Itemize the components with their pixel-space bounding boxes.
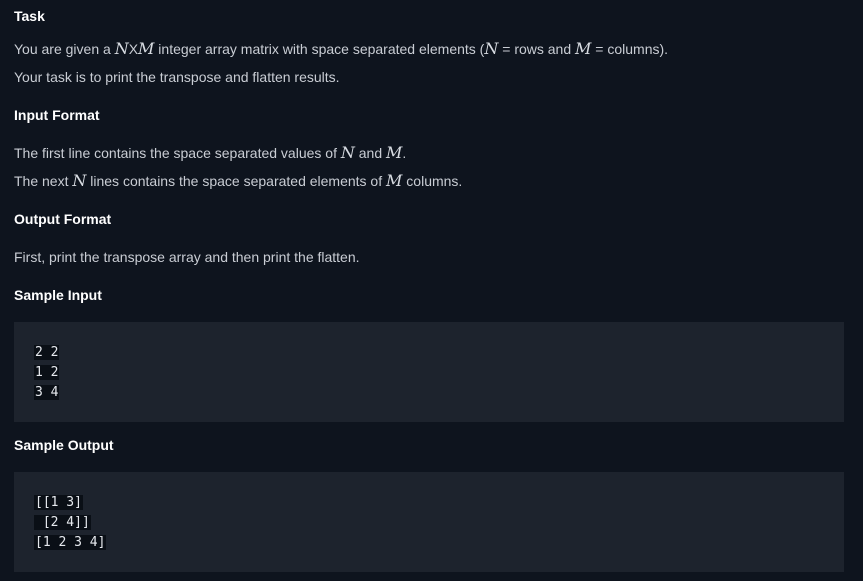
output-format-line-1: First, print the transpose array and the… (14, 249, 360, 265)
text-fragment: = columns). (591, 41, 669, 57)
task-description-line-2: Your task is to print the transpose and … (14, 69, 340, 85)
code-line: [2 4]] (34, 515, 91, 530)
text-fragment: You are given a (14, 41, 115, 57)
math-n: N (340, 143, 355, 162)
code-line: [[1 3] (34, 495, 83, 510)
code-line: 2 2 (34, 345, 60, 360)
text-fragment: X (128, 41, 139, 57)
input-format-heading: Input Format (14, 107, 100, 123)
math-n: N (484, 39, 499, 58)
sample-output-heading: Sample Output (14, 437, 114, 453)
task-heading: Task (14, 8, 45, 24)
text-fragment: integer array matrix with space separate… (154, 41, 485, 57)
text-fragment: and (354, 145, 386, 161)
math-n: N (72, 171, 87, 190)
math-m: M (386, 171, 403, 190)
task-description-line-1: You are given a NXM integer array matrix… (14, 39, 668, 59)
text-fragment: = rows and (498, 41, 576, 57)
code-line: [1 2 3 4] (34, 535, 107, 550)
input-format-line-2: The next N lines contains the space sepa… (14, 171, 462, 191)
math-m: M (386, 143, 403, 162)
math-m: M (575, 39, 592, 58)
text-fragment: columns. (402, 173, 463, 189)
input-format-line-1: The first line contains the space separa… (14, 143, 406, 163)
text-fragment: The first line contains the space separa… (14, 145, 341, 161)
sample-output-code-block: [[1 3] [2 4]] [1 2 3 4] (14, 472, 844, 572)
math-n: N (114, 39, 129, 58)
sample-input-heading: Sample Input (14, 287, 102, 303)
text-fragment: The next (14, 173, 73, 189)
math-m: M (138, 39, 155, 58)
sample-input-code-block: 2 2 1 2 3 4 (14, 322, 844, 422)
code-line: 1 2 (34, 365, 60, 380)
code-line: 3 4 (34, 385, 60, 400)
output-format-heading: Output Format (14, 211, 112, 227)
text-fragment: lines contains the space separated eleme… (86, 173, 387, 189)
text-fragment: . (402, 145, 407, 161)
